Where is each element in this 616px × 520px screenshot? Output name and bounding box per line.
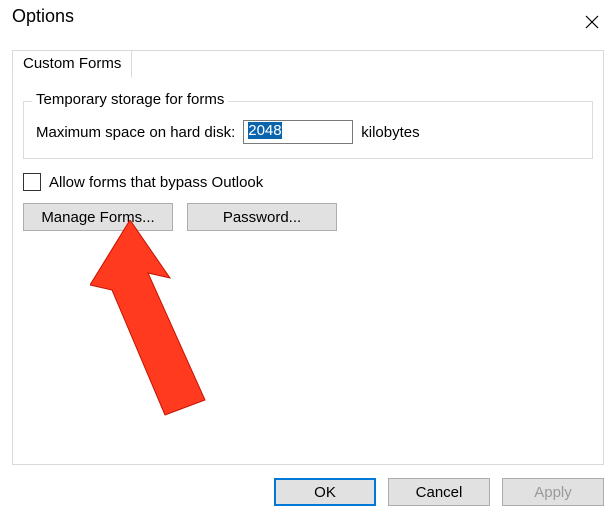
max-space-input[interactable]: 2048 [243,120,353,144]
cancel-button[interactable]: Cancel [388,478,490,506]
temporary-storage-group: Temporary storage for forms Maximum spac… [23,101,593,159]
titlebar: Options [0,0,616,40]
max-space-label: Maximum space on hard disk: [36,124,235,141]
manage-forms-button[interactable]: Manage Forms... [23,203,173,231]
bypass-row: Allow forms that bypass Outlook [23,173,593,191]
bypass-label: Allow forms that bypass Outlook [49,174,263,191]
apply-button[interactable]: Apply [502,478,604,506]
form-buttons-row: Manage Forms... Password... [23,203,593,231]
manage-forms-label: Manage Forms... [41,209,154,226]
dialog-body: Custom Forms Temporary storage for forms… [12,50,604,465]
bypass-checkbox[interactable] [23,173,41,191]
max-space-unit: kilobytes [361,124,419,141]
max-space-row: Maximum space on hard disk: 2048 kilobyt… [36,120,580,144]
close-button[interactable] [576,6,608,38]
close-icon [585,15,599,29]
ok-button[interactable]: OK [274,478,376,506]
group-legend: Temporary storage for forms [32,91,228,108]
window-title: Options [12,6,74,27]
cancel-label: Cancel [416,484,463,501]
ok-label: OK [314,484,336,501]
password-button[interactable]: Password... [187,203,337,231]
tab-label: Custom Forms [23,55,121,72]
action-bar: OK Cancel Apply [274,478,604,506]
password-label: Password... [223,209,301,226]
tab-custom-forms[interactable]: Custom Forms [12,50,132,78]
apply-label: Apply [534,484,572,501]
tab-content: Temporary storage for forms Maximum spac… [23,91,593,454]
